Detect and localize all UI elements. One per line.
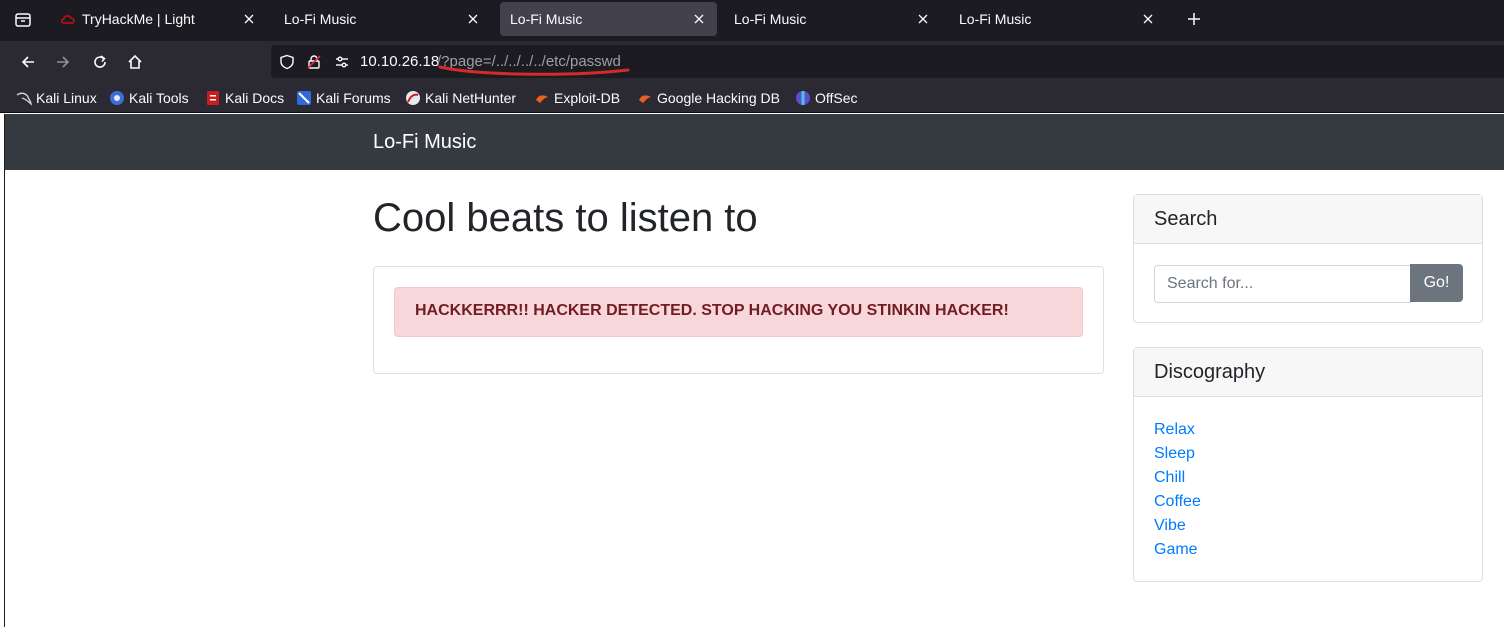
discography-list: Relax Sleep Chill Coffee Vibe Game: [1134, 397, 1482, 562]
bookmark-kali-tools[interactable]: Kali Tools: [109, 89, 189, 107]
offsec-icon: [795, 90, 811, 106]
tab-lofi-1[interactable]: Lo-Fi Music: [274, 2, 491, 36]
bookmark-label: Exploit-DB: [554, 90, 621, 106]
shield-icon[interactable]: [278, 53, 296, 71]
bookmark-label: OffSec: [815, 90, 858, 106]
tab-title: TryHackMe | Light: [82, 11, 195, 27]
bookmark-kali-forums[interactable]: Kali Forums: [296, 89, 391, 107]
discography-link-vibe[interactable]: Vibe: [1154, 517, 1186, 534]
tab-lofi-3[interactable]: Lo-Fi Music: [724, 2, 941, 36]
tab-title: Lo-Fi Music: [510, 11, 583, 27]
discography-link-sleep[interactable]: Sleep: [1154, 445, 1195, 462]
kali-forums-icon: [296, 90, 312, 106]
main-content-card: HACKKERRR!! HACKER DETECTED. STOP HACKIN…: [373, 266, 1104, 374]
reload-button[interactable]: [86, 48, 114, 76]
bookmark-label: Kali Forums: [316, 90, 391, 106]
web-page: Lo-Fi Music Cool beats to listen to HACK…: [4, 114, 1504, 627]
plus-icon: [1188, 13, 1200, 25]
tab-bar: TryHackMe | Light Lo-Fi Music Lo-Fi Musi…: [0, 0, 1504, 41]
nethunter-icon: [405, 90, 421, 106]
exploit-db-icon: [534, 90, 550, 106]
page-heading: Cool beats to listen to: [373, 196, 758, 240]
tab-title: Lo-Fi Music: [959, 11, 1032, 27]
tab-list-button[interactable]: [6, 6, 40, 34]
bookmark-google-hacking-db[interactable]: Google Hacking DB: [637, 89, 780, 107]
bookmark-label: Kali Docs: [225, 90, 285, 106]
tab-lofi-active[interactable]: Lo-Fi Music: [500, 2, 717, 36]
close-icon[interactable]: [691, 11, 707, 27]
home-button[interactable]: [121, 48, 149, 76]
close-icon[interactable]: [465, 11, 481, 27]
discography-link-coffee[interactable]: Coffee: [1154, 493, 1201, 510]
tab-title: Lo-Fi Music: [284, 11, 357, 27]
bookmark-label: Kali Tools: [129, 90, 189, 106]
bookmark-kali-linux[interactable]: Kali Linux: [16, 89, 97, 107]
discography-link-game[interactable]: Game: [1154, 541, 1198, 558]
reload-icon: [94, 55, 106, 68]
new-tab-button[interactable]: [1180, 5, 1208, 33]
close-icon[interactable]: [1140, 11, 1156, 27]
search-widget-title: Search: [1134, 195, 1482, 244]
url-path[interactable]: /?page=/../../../../etc/passwd: [437, 53, 621, 70]
close-icon[interactable]: [915, 11, 931, 27]
arrow-left-icon: [21, 56, 34, 68]
arrow-right-icon: [57, 56, 70, 68]
search-widget: Search Go!: [1133, 194, 1483, 323]
search-input[interactable]: [1154, 265, 1411, 303]
url-bar[interactable]: 10.10.26.18 /?page=/../../../../etc/pass…: [271, 45, 1504, 78]
home-icon: [128, 54, 142, 69]
tab-list-icon: [15, 13, 31, 27]
list-item: Coffee: [1154, 490, 1462, 514]
forward-button[interactable]: [49, 48, 77, 76]
tab-lofi-4[interactable]: Lo-Fi Music: [949, 2, 1166, 36]
thm-cloud-icon: [60, 11, 76, 27]
kali-docs-icon: [205, 90, 221, 106]
list-item: Vibe: [1154, 514, 1462, 538]
kali-tools-icon: [109, 90, 125, 106]
bookmarks-toolbar: Kali Linux Kali Tools Kali Docs Kali For…: [0, 83, 1504, 113]
discography-widget-title: Discography: [1134, 348, 1482, 397]
ghdb-icon: [637, 90, 653, 106]
bookmark-kali-docs[interactable]: Kali Docs: [205, 89, 284, 107]
bookmark-offsec[interactable]: OffSec: [795, 89, 858, 107]
list-item: Game: [1154, 538, 1462, 562]
back-button[interactable]: [14, 48, 42, 76]
tab-title: Lo-Fi Music: [734, 11, 807, 27]
site-brand-link[interactable]: Lo-Fi Music: [373, 131, 476, 154]
hacker-alert: HACKKERRR!! HACKER DETECTED. STOP HACKIN…: [394, 287, 1083, 337]
list-item: Chill: [1154, 466, 1462, 490]
url-host[interactable]: 10.10.26.18: [360, 53, 439, 70]
bookmark-label: Kali Linux: [36, 90, 97, 106]
discography-widget: Discography Relax Sleep Chill Coffee Vib…: [1133, 347, 1483, 582]
close-icon[interactable]: [241, 11, 257, 27]
navigation-toolbar: 10.10.26.18 /?page=/../../../../etc/pass…: [0, 41, 1504, 83]
permissions-icon[interactable]: [333, 53, 351, 71]
tab-tryhackme[interactable]: TryHackMe | Light: [50, 2, 267, 36]
bookmark-exploit-db[interactable]: Exploit-DB: [534, 89, 620, 107]
site-navbar: Lo-Fi Music: [5, 114, 1504, 170]
bookmark-label: Kali NetHunter: [425, 90, 517, 106]
bookmark-label: Google Hacking DB: [657, 90, 780, 106]
bookmark-kali-nethunter[interactable]: Kali NetHunter: [405, 89, 516, 107]
insecure-lock-icon[interactable]: [305, 53, 323, 71]
list-item: Relax: [1154, 418, 1462, 442]
list-item: Sleep: [1154, 442, 1462, 466]
search-go-button[interactable]: Go!: [1410, 264, 1463, 302]
kali-dragon-icon: [16, 90, 32, 106]
discography-link-chill[interactable]: Chill: [1154, 469, 1185, 486]
discography-link-relax[interactable]: Relax: [1154, 421, 1195, 438]
